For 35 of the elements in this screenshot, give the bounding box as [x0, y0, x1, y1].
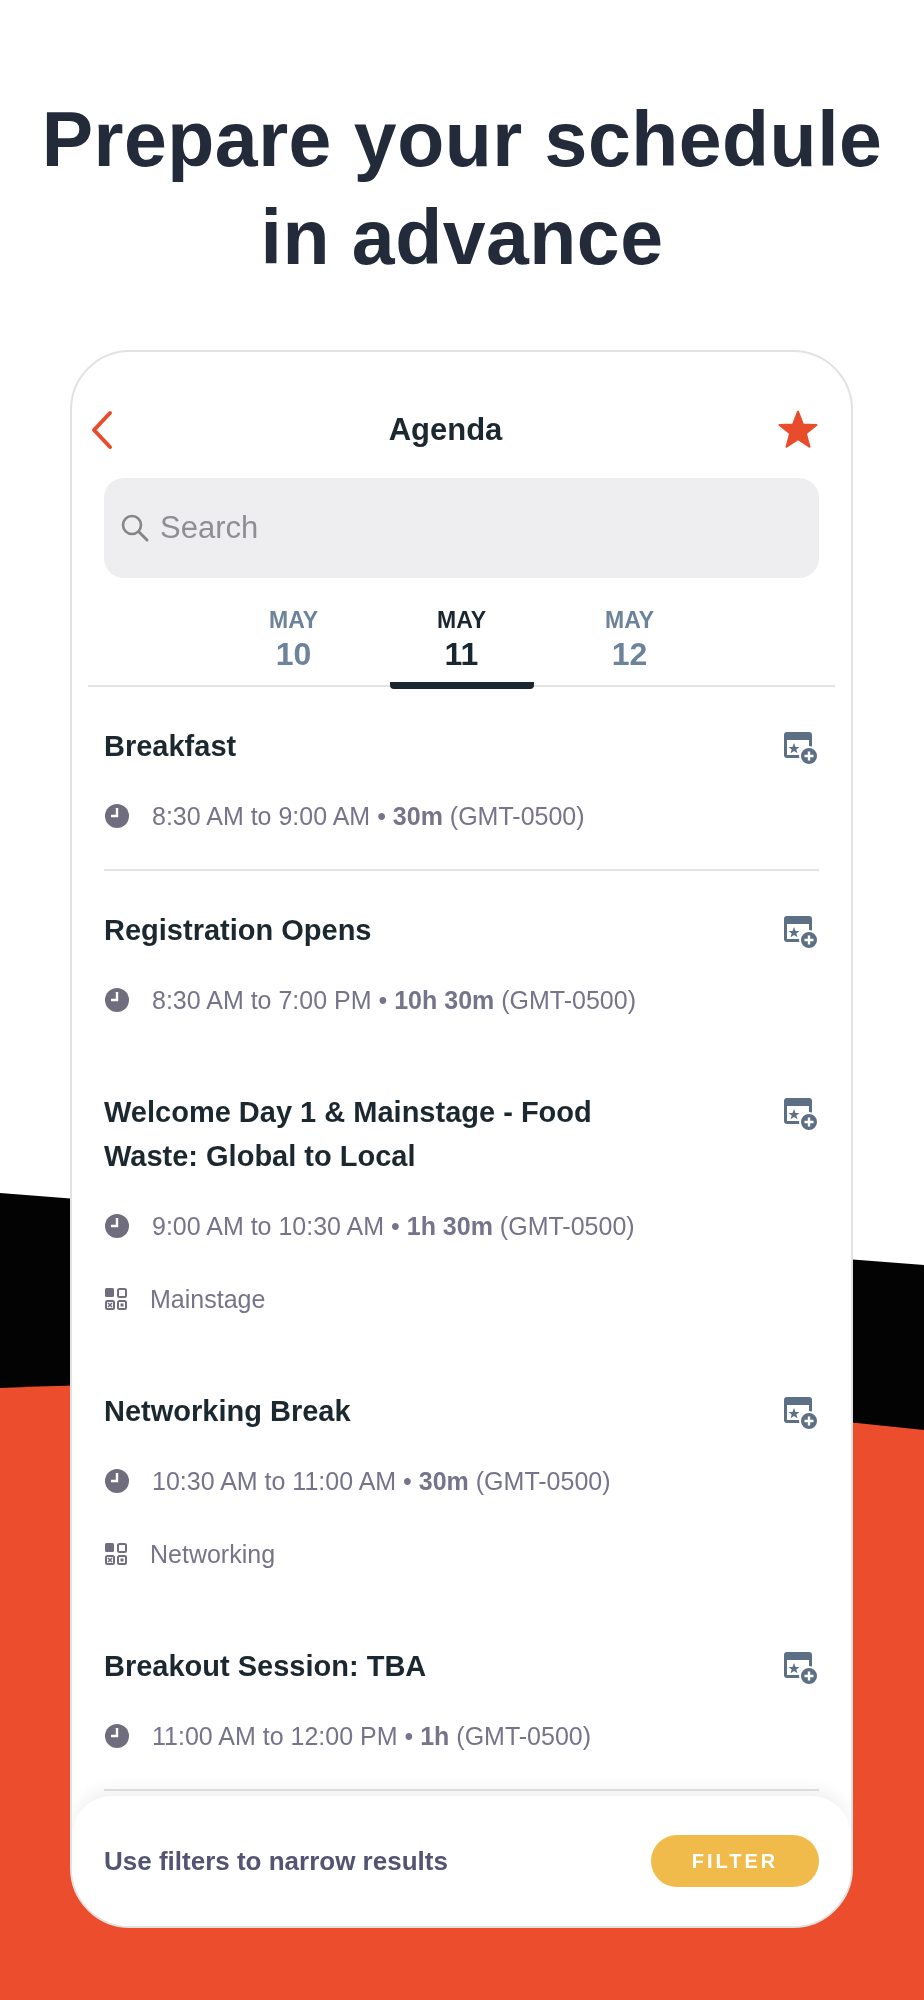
event-time: 11:00 AM to 12:00 PM • 1h (GMT-0500): [152, 1721, 592, 1751]
clock-icon: [104, 803, 130, 829]
event-title[interactable]: Breakfast: [104, 724, 237, 768]
calendar-add-icon[interactable]: [783, 730, 819, 766]
date-tab[interactable]: MAY 12: [557, 606, 702, 689]
calendar-add-icon[interactable]: [783, 914, 819, 950]
event-time: 10:30 AM to 11:00 AM • 30m (GMT-0500): [152, 1466, 611, 1496]
event-title[interactable]: Breakout Session: TBA: [104, 1644, 427, 1688]
event-time: 8:30 AM to 9:00 AM • 30m (GMT-0500): [152, 801, 585, 831]
headline: in advance: [260, 193, 664, 282]
event-time: 9:00 AM to 10:30 AM • 1h 30m (GMT-0500): [152, 1211, 635, 1241]
event-time: 8:30 AM to 7:00 PM • 10h 30m (GMT-0500): [152, 985, 636, 1015]
event-location: Mainstage: [150, 1284, 266, 1314]
location-icon: [104, 1542, 128, 1566]
screen-title: Agenda: [388, 412, 503, 448]
clock-icon: [104, 1468, 130, 1494]
event-title[interactable]: Welcome Day 1 & Mainstage - Food Waste: Global to Local: [104, 1090, 664, 1178]
search-icon: [120, 513, 150, 543]
calendar-add-icon[interactable]: [783, 1395, 819, 1431]
filter-hint: Use filters to narrow results: [104, 1845, 448, 1877]
headline: Prepare your schedule: [41, 95, 883, 184]
back-icon[interactable]: [90, 410, 114, 450]
event-title[interactable]: Networking Break: [104, 1389, 351, 1433]
calendar-add-icon[interactable]: [783, 1650, 819, 1686]
star-icon[interactable]: [777, 410, 819, 450]
location-icon: [104, 1287, 128, 1311]
clock-icon: [104, 1723, 130, 1749]
calendar-add-icon[interactable]: [783, 1096, 819, 1132]
event-location: Networking: [150, 1539, 276, 1569]
date-tab[interactable]: MAY 11: [389, 606, 534, 689]
date-tab[interactable]: MAY 10: [221, 606, 366, 689]
event-title[interactable]: Registration Opens: [104, 908, 372, 952]
clock-icon: [104, 987, 130, 1013]
clock-icon: [104, 1213, 130, 1239]
search-field[interactable]: Search: [104, 478, 819, 578]
